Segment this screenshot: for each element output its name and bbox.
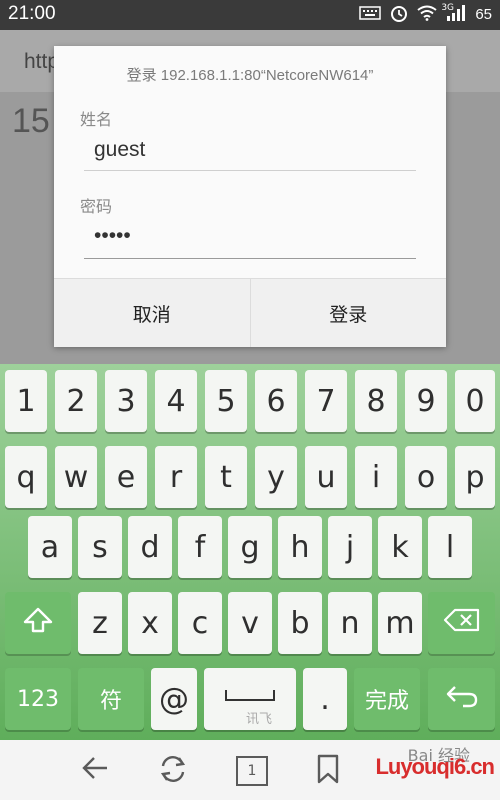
enter-icon: [445, 683, 479, 715]
password-underline: [84, 258, 416, 259]
tabs-count-button[interactable]: 1: [236, 756, 268, 786]
back-arrow-icon[interactable]: [80, 754, 110, 788]
password-label: 密码: [80, 197, 113, 216]
status-bar: 21:00 3G 65: [0, 0, 500, 30]
key-3[interactable]: 3: [105, 370, 147, 432]
key-c[interactable]: c: [178, 592, 222, 654]
key-j[interactable]: j: [328, 516, 372, 578]
battery-level: 65: [475, 6, 492, 23]
signal-icon: 3G: [441, 3, 467, 27]
key-o[interactable]: o: [405, 446, 447, 508]
key-w[interactable]: w: [55, 446, 97, 508]
key-h[interactable]: h: [278, 516, 322, 578]
symbols-key[interactable]: 符: [78, 668, 144, 730]
key-t[interactable]: t: [205, 446, 247, 508]
key-5[interactable]: 5: [205, 370, 247, 432]
key-g[interactable]: g: [228, 516, 272, 578]
key-u[interactable]: u: [305, 446, 347, 508]
key-k[interactable]: k: [378, 516, 422, 578]
login-button[interactable]: 登录: [249, 279, 447, 347]
dialog-title: 登录 192.168.1.1:80“NetcoreNW614”: [126, 67, 374, 84]
page-content-text: 15: [12, 102, 50, 140]
key-r[interactable]: r: [155, 446, 197, 508]
numbers-switch-key[interactable]: 123: [5, 668, 71, 730]
key-b[interactable]: b: [278, 592, 322, 654]
cancel-button[interactable]: 取消: [54, 279, 250, 347]
soft-keyboard: 1 2 3 4 5 6 7 8 9 0 q w e r t y u i o p …: [0, 364, 500, 740]
key-x[interactable]: x: [128, 592, 172, 654]
key-2[interactable]: 2: [55, 370, 97, 432]
key-a[interactable]: a: [28, 516, 72, 578]
key-y[interactable]: y: [255, 446, 297, 508]
signal-type: 3G: [441, 2, 455, 13]
key-6[interactable]: 6: [255, 370, 297, 432]
key-v[interactable]: v: [228, 592, 272, 654]
key-s[interactable]: s: [78, 516, 122, 578]
key-q[interactable]: q: [5, 446, 47, 508]
alarm-icon: [389, 3, 409, 28]
shift-key[interactable]: [5, 592, 71, 654]
login-dialog: 登录 192.168.1.1:80“NetcoreNW614” 姓名 guest…: [54, 46, 446, 347]
key-period[interactable]: .: [303, 668, 347, 730]
key-z[interactable]: z: [78, 592, 122, 654]
username-input[interactable]: guest: [94, 138, 145, 162]
backspace-key[interactable]: [428, 592, 495, 654]
key-7[interactable]: 7: [305, 370, 347, 432]
key-at[interactable]: @: [151, 668, 197, 730]
key-p[interactable]: p: [455, 446, 495, 508]
space-key[interactable]: 讯飞: [204, 668, 296, 730]
space-bar-icon: [225, 690, 275, 701]
key-m[interactable]: m: [378, 592, 422, 654]
password-input[interactable]: •••••: [94, 224, 131, 248]
enter-key[interactable]: [428, 668, 495, 730]
key-e[interactable]: e: [105, 446, 147, 508]
bookmark-icon[interactable]: [315, 754, 341, 790]
key-9[interactable]: 9: [405, 370, 447, 432]
key-n[interactable]: n: [328, 592, 372, 654]
key-i[interactable]: i: [355, 446, 397, 508]
browser-nav-bar: 1 Bai 经验 Luyouqi6.cn: [0, 740, 500, 800]
username-label: 姓名: [80, 110, 113, 129]
site-watermark: Luyouqi6.cn: [375, 754, 495, 779]
key-0[interactable]: 0: [455, 370, 495, 432]
key-l[interactable]: l: [428, 516, 472, 578]
wifi-icon: [417, 5, 437, 26]
key-d[interactable]: d: [128, 516, 172, 578]
dialog-buttons: 取消 登录: [54, 278, 446, 347]
shift-icon: [23, 607, 53, 639]
done-key[interactable]: 完成: [354, 668, 420, 730]
status-time: 21:00: [8, 3, 56, 24]
space-brand-label: 讯飞: [245, 712, 272, 727]
refresh-icon[interactable]: [157, 754, 189, 790]
key-4[interactable]: 4: [155, 370, 197, 432]
status-icons: 3G 65: [359, 3, 492, 28]
key-1[interactable]: 1: [5, 370, 47, 432]
key-f[interactable]: f: [178, 516, 222, 578]
backspace-icon: [443, 608, 481, 638]
key-8[interactable]: 8: [355, 370, 397, 432]
keyboard-icon: [359, 5, 382, 25]
username-underline: [84, 170, 416, 171]
